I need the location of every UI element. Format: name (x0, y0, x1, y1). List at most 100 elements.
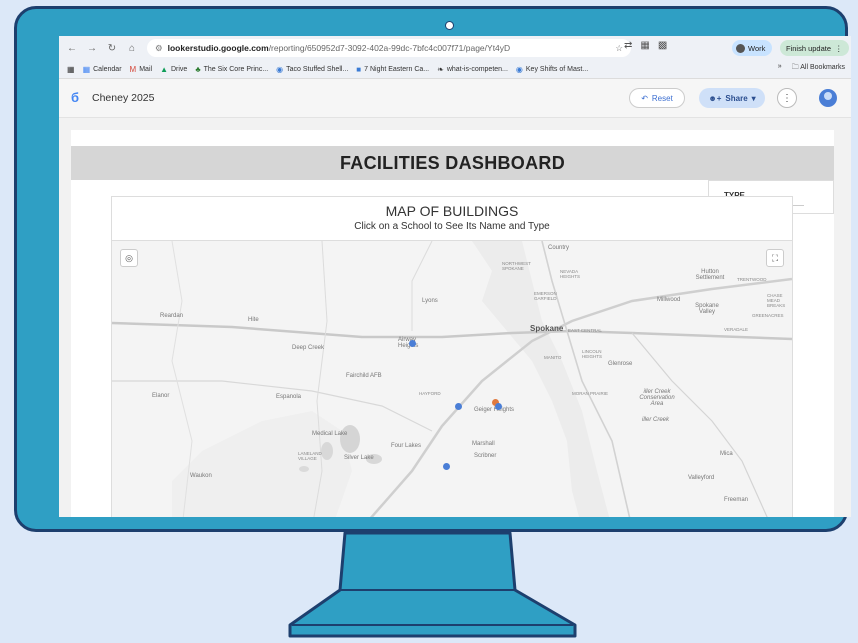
map-label-spokane: Spokane (530, 324, 564, 333)
map-label-medical-lake: Medical Lake (312, 431, 348, 437)
map-label-iller-creek: iller Creek (642, 417, 670, 423)
map-label-country: Country (548, 245, 570, 251)
home-icon[interactable]: ⌂ (125, 41, 139, 55)
webcam-icon (445, 21, 454, 30)
bookmark-taco[interactable]: ◉ Taco Stuffed Shell... (276, 65, 348, 74)
profile-avatar-icon (736, 43, 745, 53)
report-title[interactable]: Cheney 2025 (92, 92, 154, 104)
bookmark-star-icon[interactable]: ☆ (615, 43, 623, 54)
map-label-waukon: Waukon (190, 473, 212, 479)
cruise-icon: ■ (356, 64, 362, 74)
map-label-glenrose: Glenrose (608, 361, 633, 367)
dashboard-banner: FACILITIES DASHBOARD (71, 146, 834, 180)
undo-icon: ↶ (641, 93, 648, 103)
map-label-mica: Mica (720, 451, 733, 457)
reset-button[interactable]: ↶ Reset (629, 88, 685, 108)
more-bookmarks-button[interactable]: » (778, 63, 782, 74)
finish-update-button[interactable]: Finish update ⋮ (780, 40, 849, 56)
back-icon[interactable]: ← (65, 41, 79, 55)
apps-icon[interactable]: ▦ (67, 65, 75, 74)
extension-icons: ⇄ ▦ ▩ (624, 40, 667, 51)
bookmarks-bar: ▦ ▦ Calendar M Mail ▲ Drive ♣ The Six Core P… (59, 60, 851, 79)
bookmark-calendar[interactable]: ▦ Calendar (83, 65, 122, 74)
address-bar[interactable]: ⚙ lookerstudio.google.com /reporting/650… (147, 39, 631, 57)
map-area[interactable]: Country NORTHWEST SPOKANE NEVADA HEIGHTS… (112, 240, 792, 517)
profile-label: Work (748, 43, 766, 53)
map-label-four-lakes: Four Lakes (391, 443, 422, 449)
map-label-reardan: Reardan (160, 313, 184, 319)
profile-button[interactable]: Work (732, 40, 773, 56)
extensions-icon[interactable]: ▦ (640, 40, 649, 51)
map-label-espanola: Espanola (276, 394, 302, 400)
globe-icon: ◉ (276, 64, 284, 74)
map-label-millwood: Millwood (657, 297, 681, 303)
url-host: lookerstudio.google.com (167, 43, 269, 53)
calendar-icon: ▦ (82, 64, 91, 74)
report-canvas: FACILITIES DASHBOARD TYPE MAP OF BUILDIN… (71, 130, 834, 517)
forward-icon[interactable]: → (85, 41, 99, 55)
site-settings-icon[interactable]: ⚙ (155, 43, 163, 54)
bookmark-key-shifts[interactable]: ◉ Key Shifts of Mast... (516, 65, 588, 74)
map-subtitle: Click on a School to See Its Name and Ty… (354, 221, 550, 232)
map-label-geiger: Geiger Heights (474, 407, 515, 413)
gmail-icon: M (129, 64, 137, 74)
more-options-button[interactable]: ⋮ (777, 88, 797, 108)
map-label-moran: MORAN PRAIRIE (572, 391, 609, 396)
reload-icon[interactable]: ↻ (105, 41, 119, 55)
finish-update-label: Finish update (786, 43, 832, 53)
school-pin[interactable] (443, 463, 450, 470)
my-location-icon[interactable]: ◎ (120, 249, 138, 267)
map-label-lincoln: LINCOLN HEIGHTS (582, 349, 603, 359)
tree-icon: ♣ (195, 64, 201, 74)
drive-icon: ▲ (160, 64, 168, 74)
tab-search-icon[interactable]: ▩ (658, 40, 667, 51)
all-bookmarks-button[interactable]: 🗀 All Bookmarks (792, 63, 845, 74)
looker-header: б Cheney 2025 ↶ Reset ☻+ Share ▾ ⋮ (59, 79, 851, 118)
map-label-spokane-valley: Spokane Valley (695, 303, 719, 315)
map-label-chase: CHASE MEAD BREAKS (767, 293, 786, 308)
map-title: MAP OF BUILDINGS (385, 203, 519, 219)
bookmark-drive[interactable]: ▲ Drive (160, 65, 187, 74)
chrome-menu-icon[interactable]: ⋮ (835, 44, 843, 53)
map-label-veradale: VERADALE (724, 327, 749, 332)
monitor-frame: ← → ↻ ⌂ ⚙ lookerstudio.google.com /repor… (14, 6, 851, 532)
chevron-down-icon: ▾ (751, 93, 756, 103)
bookmark-mail[interactable]: M Mail (130, 65, 153, 74)
map-label-nevada: NEVADA HEIGHTS (560, 269, 581, 279)
map-label-freeman: Freeman (724, 497, 749, 503)
school-pin[interactable] (409, 340, 416, 347)
map-label-trentwood: TRENTWOOD (737, 277, 767, 282)
fullscreen-icon[interactable]: ⛶ (766, 249, 784, 267)
link-icon: ❧ (437, 64, 444, 74)
screen: ← → ↻ ⌂ ⚙ lookerstudio.google.com /repor… (59, 36, 851, 517)
map-label-laneland: LANELAND VILLAGE (298, 451, 322, 461)
map-label-east-central: EAST CENTRAL (568, 328, 602, 333)
map-label-northwest: NORTHWEST SPOKANE (502, 261, 531, 271)
map-label-hutton: Hutton Settlement (695, 269, 725, 281)
map-label-lyons: Lyons (422, 298, 438, 304)
url-path: /reporting/650952d7-3092-402a-99dc-7bfc4… (268, 43, 511, 53)
bookmark-cruise[interactable]: ■ 7 Night Eastern Ca... (356, 65, 429, 74)
map-label-manito: MANITO (544, 355, 562, 360)
map-label-elanor: Elanor (152, 393, 170, 399)
map-label-greenacres: GREENACRES (752, 313, 784, 318)
map-label-deep-creek: Deep Creek (292, 345, 325, 351)
school-pin[interactable] (455, 403, 462, 410)
map-label-valleyford: Valleyford (688, 475, 715, 481)
map-label-fairchild: Fairchild AFB (346, 373, 382, 379)
map-chart: MAP OF BUILDINGS Click on a School to Se… (111, 196, 793, 517)
looker-studio-logo-icon[interactable]: б (71, 91, 83, 105)
user-avatar[interactable] (819, 89, 837, 107)
translate-icon[interactable]: ⇄ (624, 40, 632, 51)
share-button[interactable]: ☻+ Share ▾ (699, 88, 765, 108)
map-label-conservation: iller Creek Conservation Area (639, 389, 675, 407)
map-label-scribner: Scribner (474, 453, 497, 459)
map-label-emerson: EMERSON GARFIELD (534, 291, 557, 301)
school-pin[interactable] (495, 403, 502, 410)
bookmark-competency[interactable]: ❧ what-is-competen... (437, 65, 508, 74)
folder-icon: 🗀 (791, 64, 799, 71)
map-label-hayford: HAYFORD (419, 391, 441, 396)
add-person-icon: ☻+ (708, 93, 722, 103)
map-label-marshall: Marshall (472, 441, 495, 447)
bookmark-six-core[interactable]: ♣ The Six Core Princ... (195, 65, 268, 74)
